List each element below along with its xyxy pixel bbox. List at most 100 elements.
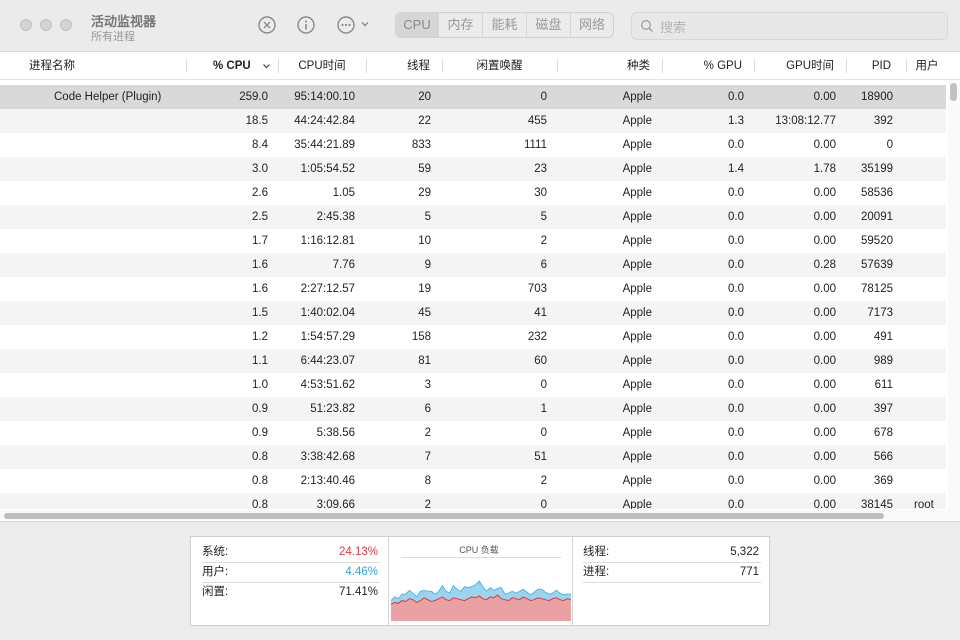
table-row[interactable]: 0.8 3:38:42.68 7 51 Apple 0.0 0.00 566: [0, 445, 946, 469]
column-header-gpu-time[interactable]: GPU时间: [754, 53, 846, 79]
cell-user: [914, 421, 944, 445]
chevron-down-icon[interactable]: [360, 19, 370, 29]
tab-energy[interactable]: 能耗: [483, 13, 527, 37]
cell-cpu: 0.9: [252, 403, 268, 415]
minimize-window-button[interactable]: [40, 19, 52, 31]
cell-threads: 22: [418, 115, 431, 127]
chevron-down-icon: [262, 53, 271, 89]
cell-gpu-time: 13:08:12.77: [775, 115, 836, 127]
table-row[interactable]: 1.6 2:27:12.57 19 703 Apple 0.0 0.00 78125: [0, 277, 946, 301]
cell-threads: 833: [411, 139, 431, 151]
cell-threads: 158: [411, 331, 431, 343]
table-row[interactable]: 2.6 1.05 29 30 Apple 0.0 0.00 58536: [0, 181, 946, 205]
table-row[interactable]: 1.0 4:53:51.62 3 0 Apple 0.0 0.00 611: [0, 373, 946, 397]
column-header-process-name[interactable]: 进程名称: [29, 53, 179, 79]
cell-cpu: 1.7: [252, 235, 268, 247]
cell-process-name: [54, 181, 204, 205]
table-row[interactable]: 8.4 35:44:21.89 833 1111 Apple 0.0 0.00 0: [0, 133, 946, 157]
table-row[interactable]: 1.2 1:54:57.29 158 232 Apple 0.0 0.00 491: [0, 325, 946, 349]
column-header-cpu-time[interactable]: CPU时间: [278, 53, 366, 79]
cell-idle-wakeups: 41: [534, 307, 547, 319]
table-row[interactable]: 2.5 2:45.38 5 5 Apple 0.0 0.00 20091: [0, 205, 946, 229]
table-row[interactable]: 0.9 5:38.56 2 0 Apple 0.0 0.00 678: [0, 421, 946, 445]
cell-idle-wakeups: 5: [540, 211, 547, 223]
zoom-window-button[interactable]: [60, 19, 72, 31]
column-header-user[interactable]: 用户: [906, 53, 948, 79]
cell-pid: 989: [873, 355, 893, 367]
summary-footer: 系统: 24.13% 用户: 4.46% 闲置: 71.41% CPU 负载 线…: [0, 522, 960, 640]
cell-threads: 59: [418, 163, 431, 175]
cell-kind: Apple: [622, 355, 652, 367]
table-row[interactable]: 0.8 2:13:40.46 8 2 Apple 0.0 0.00 369: [0, 469, 946, 493]
table-header: 进程名称 % CPU CPU时间 线程 闲置唤醒 种类 % GPU GPU时间 …: [0, 53, 960, 80]
column-header-cpu[interactable]: % CPU: [186, 53, 277, 79]
cell-kind: Apple: [622, 403, 652, 415]
cell-user: [914, 277, 944, 301]
cell-process-name: [54, 469, 204, 493]
cell-cpu-time: 95:14:00.10: [294, 91, 355, 103]
cell-pid: 20091: [861, 211, 893, 223]
window-subtitle: 所有进程: [91, 31, 135, 43]
table-row[interactable]: 1.1 6:44:23.07 81 60 Apple 0.0 0.00 989: [0, 349, 946, 373]
cell-idle-wakeups: 23: [534, 163, 547, 175]
processes-label: 进程:: [583, 566, 610, 578]
column-header-gpu[interactable]: % GPU: [662, 53, 754, 79]
search-input[interactable]: [658, 17, 942, 37]
vertical-scrollbar-thumb[interactable]: [950, 83, 957, 101]
table-row[interactable]: 0.8 3:09.66 2 0 Apple 0.0 0.00 38145 root: [0, 493, 946, 509]
column-header-idle-wakeups[interactable]: 闲置唤醒: [442, 53, 557, 79]
vertical-scrollbar[interactable]: [948, 80, 960, 510]
tab-disk[interactable]: 磁盘: [527, 13, 571, 37]
cell-pid: 369: [873, 475, 893, 487]
cell-idle-wakeups: 2: [540, 235, 547, 247]
cell-user: [914, 205, 944, 229]
table-row[interactable]: 1.5 1:40:02.04 45 41 Apple 0.0 0.00 7173: [0, 301, 946, 325]
tab-cpu[interactable]: CPU: [396, 13, 439, 37]
info-circle-icon[interactable]: [296, 15, 316, 35]
cell-threads: 8: [424, 475, 431, 487]
cell-cpu: 8.4: [252, 139, 268, 151]
cell-process-name: [54, 373, 204, 397]
cpu-load-title: CPU 负载: [459, 545, 499, 555]
cell-cpu-time: 2:27:12.57: [300, 283, 355, 295]
cell-gpu-time: 0.00: [813, 211, 836, 223]
table-row[interactable]: 0.9 51:23.82 6 1 Apple 0.0 0.00 397: [0, 397, 946, 421]
close-window-button[interactable]: [20, 19, 32, 31]
column-header-kind[interactable]: 种类: [557, 53, 662, 79]
table-row[interactable]: 18.5 44:24:42.84 22 455 Apple 1.3 13:08:12.77 3…: [0, 109, 946, 133]
cell-cpu-time: 3:09.66: [316, 499, 355, 509]
threads-label: 线程:: [583, 546, 610, 558]
cell-cpu-time: 1:40:02.04: [300, 307, 355, 319]
table-row[interactable]: 1.6 7.76 9 6 Apple 0.0 0.28 57639: [0, 253, 946, 277]
table-row[interactable]: 3.0 1:05:54.52 59 23 Apple 1.4 1.78 35199: [0, 157, 946, 181]
column-header-threads[interactable]: 线程: [366, 53, 442, 79]
cell-process-name: [54, 277, 204, 301]
cell-cpu: 2.6: [252, 187, 268, 199]
cell-threads: 7: [424, 451, 431, 463]
cell-gpu-time: 0.00: [813, 235, 836, 247]
cell-gpu-time: 0.00: [813, 451, 836, 463]
cell-kind: Apple: [622, 307, 652, 319]
cell-user: [914, 325, 944, 349]
cell-threads: 45: [418, 307, 431, 319]
horizontal-scrollbar-thumb[interactable]: [4, 513, 884, 519]
table-row[interactable]: 1.7 1:16:12.81 10 2 Apple 0.0 0.00 59520: [0, 229, 946, 253]
tab-network[interactable]: 网络: [571, 13, 613, 37]
tab-memory[interactable]: 内存: [439, 13, 483, 37]
cell-user: [914, 301, 944, 325]
idle-label: 闲置:: [202, 586, 229, 598]
cell-user: [914, 349, 944, 373]
xmark-circle-icon[interactable]: [257, 15, 277, 35]
cell-cpu: 1.5: [252, 307, 268, 319]
cell-idle-wakeups: 60: [534, 355, 547, 367]
cell-cpu: 18.5: [245, 115, 268, 127]
cell-process-name: [54, 253, 204, 277]
horizontal-scrollbar[interactable]: [0, 510, 960, 522]
cell-gpu: 0.0: [728, 499, 744, 509]
table-row[interactable]: Code Helper (Plugin) 259.0 95:14:00.10 20 0 A…: [0, 85, 946, 109]
cell-idle-wakeups: 2: [540, 475, 547, 487]
cell-pid: 392: [873, 115, 893, 127]
cpu-load-chart: [391, 563, 571, 621]
ellipsis-circle-icon[interactable]: [336, 15, 356, 35]
column-header-pid[interactable]: PID: [846, 53, 906, 79]
